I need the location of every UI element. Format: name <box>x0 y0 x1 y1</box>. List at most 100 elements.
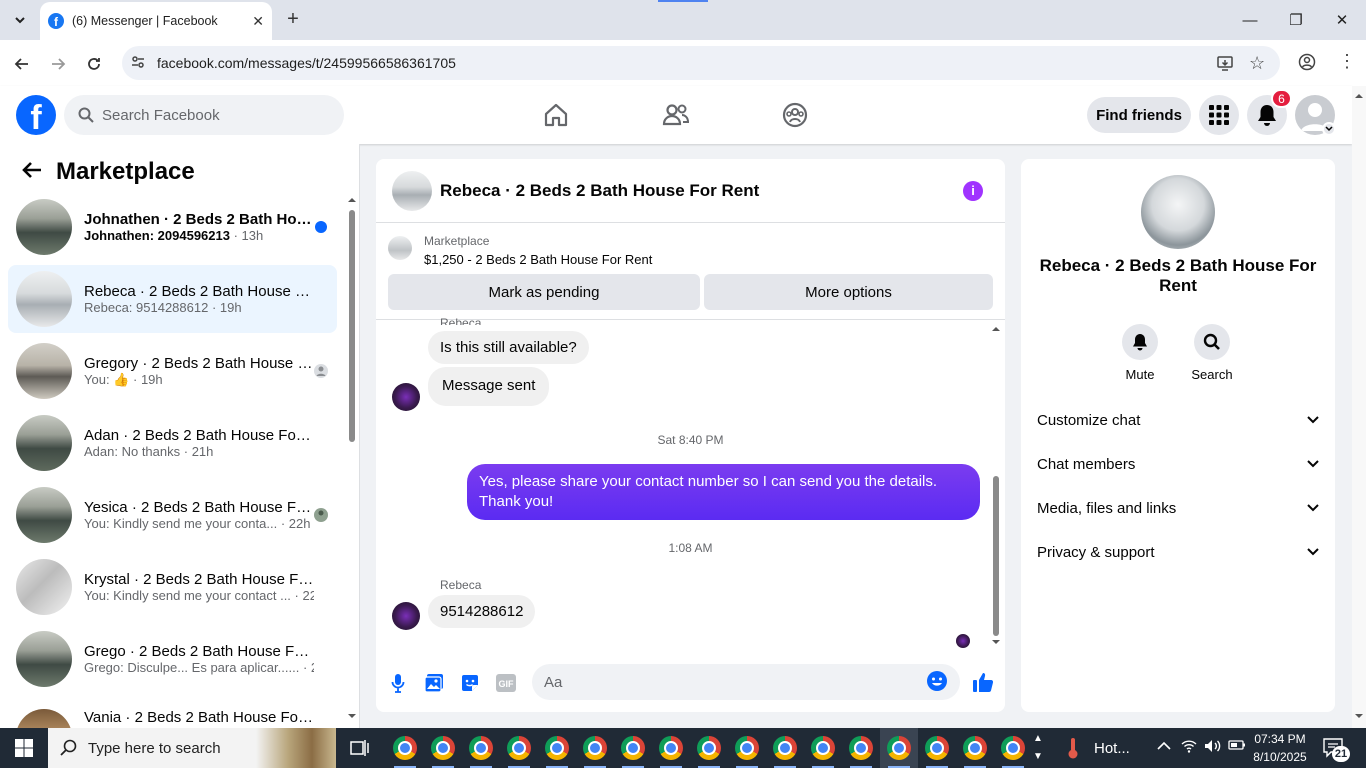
account-chevron-icon[interactable] <box>1322 122 1336 136</box>
conversation-item[interactable]: Rebeca · 2 Beds 2 Bath House For Rent Re… <box>8 265 337 333</box>
conversation-name: Yesica · 2 Beds 2 Bath House For Rent <box>84 499 314 516</box>
taskbar-chrome[interactable] <box>994 728 1032 768</box>
message-input-box[interactable] <box>532 664 960 700</box>
media-files-links-section[interactable]: Media, files and links <box>1029 488 1327 528</box>
taskbar-search-input[interactable] <box>88 739 258 757</box>
taskbar-chrome[interactable] <box>728 728 766 768</box>
back-arrow-icon[interactable] <box>22 158 42 186</box>
taskbar-search[interactable] <box>48 728 336 768</box>
groups-nav-icon[interactable] <box>780 100 810 130</box>
facebook-logo-icon[interactable]: f <box>16 95 56 135</box>
home-nav-icon[interactable] <box>541 100 571 130</box>
browser-menu-icon[interactable]: ⋮ <box>1338 52 1356 70</box>
chat-members-section[interactable]: Chat members <box>1029 444 1327 484</box>
install-app-icon[interactable] <box>1216 54 1234 75</box>
friends-nav-icon[interactable] <box>661 100 691 130</box>
attach-photo-icon[interactable] <box>423 672 445 694</box>
task-view-button[interactable] <box>341 728 379 768</box>
taskbar-chrome[interactable] <box>766 728 804 768</box>
taskbar-chrome[interactable] <box>804 728 842 768</box>
taskbar-clock[interactable]: 07:34 PM 8/10/2025 <box>1252 730 1308 766</box>
taskbar-chrome[interactable] <box>576 728 614 768</box>
incoming-message[interactable]: Is this still available? <box>428 331 589 364</box>
incoming-message[interactable]: Message sent <box>428 367 550 406</box>
wifi-icon[interactable] <box>1181 738 1197 757</box>
taskbar-chrome-active[interactable] <box>880 728 918 768</box>
taskbar-overflow-arrows[interactable]: ▲ ▼ <box>1033 730 1043 766</box>
new-tab-button[interactable]: + <box>282 8 304 30</box>
taskbar-chrome[interactable] <box>842 728 880 768</box>
site-info-icon[interactable] <box>130 54 146 73</box>
outgoing-message[interactable]: Yes, please share your contact number so… <box>467 464 980 520</box>
taskbar-chrome[interactable] <box>690 728 728 768</box>
tab-search-dropdown[interactable] <box>10 10 30 30</box>
info-icon[interactable]: i <box>963 180 983 201</box>
conversation-item[interactable]: Adan · 2 Beds 2 Bath House For Rent Adan… <box>8 409 337 477</box>
start-button[interactable] <box>0 728 48 768</box>
page-scrollbar[interactable] <box>1352 86 1366 728</box>
url-text[interactable]: facebook.com/messages/t/2459956658636170… <box>157 55 456 71</box>
send-like-button[interactable] <box>971 670 995 694</box>
info-listing-thumbnail[interactable] <box>1141 175 1215 249</box>
voice-clip-icon[interactable] <box>387 672 409 694</box>
incoming-message[interactable]: 9514288612 <box>428 595 536 628</box>
back-button[interactable] <box>10 52 34 76</box>
taskbar-chrome[interactable] <box>918 728 956 768</box>
listing-mini-thumbnail[interactable] <box>388 236 412 260</box>
listing-price-title[interactable]: $1,250 - 2 Beds 2 Bath House For Rent <box>424 252 652 267</box>
chat-scrollbar[interactable] <box>991 324 1001 648</box>
battery-icon[interactable] <box>1228 738 1246 755</box>
chat-title[interactable]: Rebeca · 2 Beds 2 Bath House For Rent <box>440 181 963 201</box>
chevron-down-icon <box>1307 504 1319 512</box>
chrome-icon <box>697 736 721 760</box>
volume-icon[interactable] <box>1204 738 1222 757</box>
taskbar-chrome[interactable] <box>614 728 652 768</box>
forward-button[interactable] <box>46 52 70 76</box>
sender-avatar[interactable] <box>392 602 420 630</box>
conversation-item[interactable]: Yesica · 2 Beds 2 Bath House For Rent Yo… <box>8 481 337 549</box>
customize-chat-section[interactable]: Customize chat <box>1029 400 1327 440</box>
menu-button[interactable] <box>1199 95 1239 135</box>
conversation-item[interactable]: Grego · 2 Beds 2 Bath House For Rent Gre… <box>8 625 337 693</box>
conversation-item[interactable]: Gregory · 2 Beds 2 Bath House For Rent Y… <box>8 337 337 405</box>
mark-as-pending-button[interactable]: Mark as pending <box>388 274 700 310</box>
listing-thumbnail <box>16 487 72 543</box>
facebook-search-input[interactable] <box>102 106 322 124</box>
show-hidden-icons[interactable] <box>1157 738 1171 754</box>
message-input[interactable] <box>544 673 926 691</box>
privacy-support-section[interactable]: Privacy & support <box>1029 532 1327 572</box>
conversation-item[interactable]: Krystal · 2 Beds 2 Bath House For Rent Y… <box>8 553 337 621</box>
facebook-search[interactable] <box>64 95 344 135</box>
taskbar-chrome[interactable] <box>956 728 994 768</box>
search-action[interactable]: Search <box>1182 324 1242 382</box>
close-tab-icon[interactable]: ✕ <box>252 13 264 30</box>
minimize-button[interactable]: — <box>1230 6 1270 34</box>
taskbar-chrome[interactable] <box>500 728 538 768</box>
taskbar-chrome[interactable] <box>424 728 462 768</box>
find-friends-button[interactable]: Find friends <box>1087 97 1191 133</box>
bookmark-star-icon[interactable]: ☆ <box>1249 53 1265 74</box>
restore-button[interactable]: ❐ <box>1276 6 1316 34</box>
sender-avatar[interactable] <box>392 383 420 411</box>
gif-icon[interactable]: GIF <box>495 672 517 694</box>
emoji-icon[interactable] <box>926 670 948 695</box>
mute-action[interactable]: Mute <box>1110 324 1170 382</box>
more-options-button[interactable]: More options <box>704 274 993 310</box>
weather-widget[interactable]: Hot... <box>1066 728 1130 768</box>
browser-tab[interactable]: f (6) Messenger | Facebook ✕ <box>40 2 272 40</box>
conversation-item[interactable]: Johnathen · 2 Beds 2 Bath House For Rent… <box>8 193 337 261</box>
conversation-list-scrollbar[interactable] <box>347 196 357 724</box>
profile-icon[interactable] <box>1298 53 1316 74</box>
taskbar-chrome[interactable] <box>462 728 500 768</box>
conversation-snippet: Johnathen: 2094596213 <box>84 228 230 243</box>
reload-button[interactable] <box>82 52 106 76</box>
sticker-icon[interactable] <box>459 672 481 694</box>
taskbar-chrome[interactable] <box>538 728 576 768</box>
taskbar-chrome[interactable] <box>386 728 424 768</box>
listing-thumbnail <box>16 271 72 327</box>
chat-listing-thumbnail[interactable] <box>392 170 432 211</box>
conversation-item[interactable]: Vania · 2 Beds 2 Bath House For Rent <box>8 697 337 728</box>
taskbar-chrome[interactable] <box>652 728 690 768</box>
task-view-icon <box>350 740 369 756</box>
close-window-button[interactable]: ✕ <box>1322 6 1362 34</box>
